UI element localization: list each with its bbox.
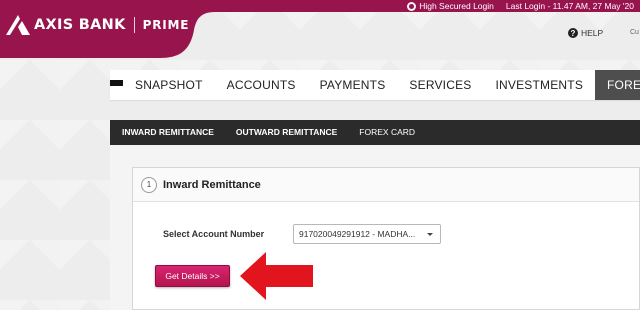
card-title: Inward Remittance	[163, 178, 261, 191]
help-icon: ?	[568, 28, 578, 38]
nav-investments[interactable]: INVESTMENTS	[483, 70, 595, 100]
account-number-select[interactable]: 917020049291912 - MADHA...	[293, 224, 441, 244]
get-details-button[interactable]: Get Details >>	[155, 265, 230, 287]
hamburger-menu-button[interactable]	[110, 70, 123, 100]
customer-link[interactable]: Cu	[630, 29, 639, 36]
secure-login-text: High Secured Login	[419, 1, 494, 11]
account-number-value: 917020049291912 - MADHA...	[299, 229, 416, 239]
hamburger-icon	[110, 80, 123, 90]
chevron-down-icon	[427, 232, 433, 236]
axis-logo-icon	[6, 15, 30, 35]
forex-subnav: INWARD REMITTANCE OUTWARD REMITTANCE FOR…	[110, 120, 640, 150]
nav-snapshot[interactable]: SNAPSHOT	[123, 70, 215, 100]
tab-forex-card[interactable]: FOREX CARD	[359, 120, 415, 145]
tab-inward-remittance[interactable]: INWARD REMITTANCE	[122, 120, 214, 150]
tier-label: PRIME	[142, 18, 190, 32]
last-login-text: Last Login - 11.47 AM, 27 May '20	[505, 1, 634, 11]
secure-login-icon	[407, 1, 417, 11]
nav-payments[interactable]: PAYMENTS	[308, 70, 398, 100]
annotation-arrow-icon	[240, 252, 313, 300]
axis-bank-logo[interactable]: AXIS BANK PRIME	[4, 13, 189, 37]
bank-name: AXIS BANK	[34, 17, 126, 33]
logo-divider	[133, 17, 135, 33]
nav-forex[interactable]: FOREX	[595, 70, 640, 100]
help-link[interactable]: ? HELP	[568, 28, 603, 38]
main-nav: SNAPSHOT ACCOUNTS PAYMENTS SERVICES INVE…	[110, 70, 640, 100]
help-label: HELP	[581, 28, 604, 38]
nav-accounts[interactable]: ACCOUNTS	[215, 70, 308, 100]
tab-inward-remittance-label: INWARD REMITTANCE	[122, 127, 214, 137]
step-number: 1	[141, 176, 157, 193]
card-header: 1 Inward Remittance	[133, 168, 639, 202]
tab-outward-remittance[interactable]: OUTWARD REMITTANCE	[236, 120, 337, 145]
nav-services[interactable]: SERVICES	[397, 70, 483, 100]
account-number-label: Select Account Number	[163, 229, 265, 239]
login-info: High Secured Login Last Login - 11.47 AM…	[407, 0, 640, 12]
